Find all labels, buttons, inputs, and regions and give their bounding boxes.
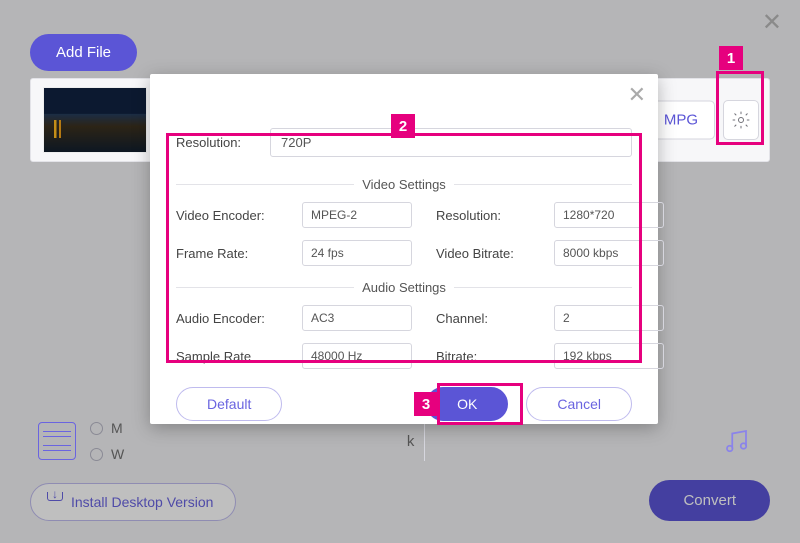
video-format-icon[interactable]: [38, 422, 76, 460]
radio-label: W: [111, 446, 124, 462]
default-button[interactable]: Default: [176, 387, 282, 421]
add-file-button[interactable]: Add File: [30, 34, 137, 71]
radio-icon: [90, 422, 103, 435]
modal-close-icon[interactable]: [628, 82, 646, 108]
radio-label: M: [111, 420, 123, 436]
cancel-button[interactable]: Cancel: [526, 387, 632, 421]
window-close-icon[interactable]: [762, 8, 782, 37]
video-thumbnail[interactable]: [43, 87, 147, 153]
format-radio-2[interactable]: W: [90, 446, 124, 462]
format-radio-1[interactable]: M: [90, 420, 124, 436]
annotation-number: 1: [719, 46, 743, 70]
audio-format-icon[interactable]: [718, 423, 754, 459]
annotation-number: 2: [391, 114, 415, 138]
annotation-2: 2: [166, 133, 642, 363]
annotation-3: 3: [437, 383, 523, 425]
annotation-1: 1: [716, 71, 764, 145]
annotation-number: 3: [414, 392, 438, 416]
radio-icon: [90, 448, 103, 461]
